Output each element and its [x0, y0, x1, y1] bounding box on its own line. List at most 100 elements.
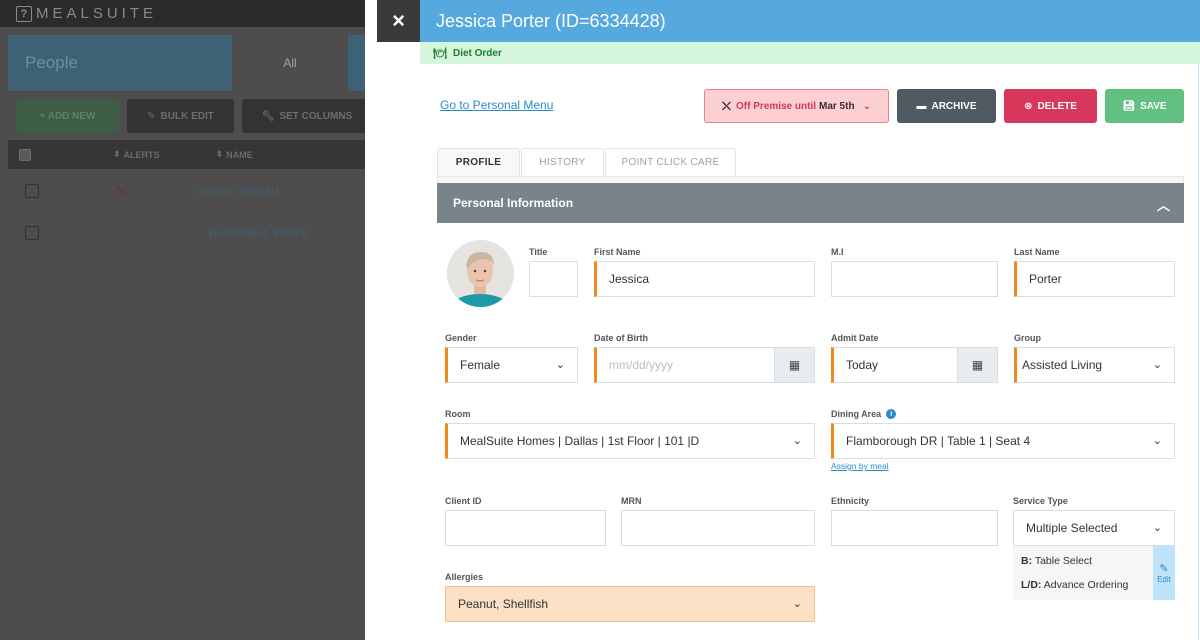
- set-columns-button: 🔧︎ SET COLUMNS: [242, 99, 365, 133]
- mi-label: M.I: [831, 247, 844, 257]
- gender-label: Gender: [445, 333, 477, 343]
- ethnicity-label: Ethnicity: [831, 496, 870, 506]
- header-alerts: ALERTS: [123, 149, 160, 160]
- tab-history[interactable]: HISTORY: [521, 148, 604, 176]
- app-logo: MEALSUITE: [36, 5, 158, 22]
- archive-button[interactable]: ▬ ARCHIVE: [897, 89, 996, 123]
- people-header: People All: [8, 35, 365, 91]
- save-button[interactable]: 💾︎ SAVE: [1105, 89, 1184, 123]
- service-type: Table Select: [1034, 555, 1093, 567]
- tab-point-click-care[interactable]: POINT CLICK CARE: [605, 148, 736, 176]
- service-meal: B:: [1021, 555, 1033, 567]
- service-type-details: B: Table Select L/D: Advance Ordering: [1013, 546, 1175, 600]
- row-name: Kumar, stewart: [198, 184, 279, 198]
- sort-icon: ⬍: [113, 149, 121, 159]
- off-premise-icon: ⛌: [722, 98, 731, 113]
- sort-icon: ⬍: [215, 149, 224, 159]
- mi-field: M.I: [831, 245, 998, 297]
- group-value: Assisted Living: [1022, 358, 1103, 372]
- admit-date-label: Admit Date: [831, 333, 879, 343]
- title-label: Title: [529, 247, 548, 257]
- allergies-select[interactable]: Peanut, Shellfish ⌄: [445, 586, 815, 622]
- calendar-icon[interactable]: ▦: [957, 348, 997, 382]
- set-columns-label: SET COLUMNS: [279, 110, 353, 122]
- edit-icon: ✎: [147, 110, 156, 122]
- close-button[interactable]: ×: [377, 0, 420, 42]
- ethnicity-field: Ethnicity: [831, 494, 998, 546]
- admit-date-value: Today: [846, 358, 879, 372]
- row-checkbox: [25, 226, 39, 240]
- off-premise-date: Mar 5th: [819, 100, 855, 112]
- people-toolbar: + ADD NEW ✎ BULK EDIT 🔧︎ SET COLUMNS: [16, 99, 365, 133]
- client-id-label: Client ID: [445, 496, 482, 506]
- assign-by-meal-link[interactable]: Assign by meal: [831, 461, 1175, 471]
- dob-field: Date of Birth mm/dd/yyyy ▦: [594, 331, 815, 383]
- delete-label: DELETE: [1037, 100, 1077, 112]
- panel-title-bar: Jessica Porter (ID=6334428): [420, 0, 1200, 42]
- person-detail-panel: × Jessica Porter (ID=6334428) 🍽︎ Diet Or…: [365, 0, 1200, 640]
- floppy-disk-icon: 💾︎: [1122, 100, 1136, 112]
- header-block: [348, 35, 365, 91]
- delete-button[interactable]: ⊗ DELETE: [1004, 89, 1097, 123]
- allergies-value: Peanut, Shellfish: [458, 597, 549, 611]
- first-name-input[interactable]: Jessica: [594, 261, 815, 297]
- section-title: Personal Information: [453, 196, 574, 210]
- admit-date-input[interactable]: Today ▦: [831, 347, 998, 383]
- first-name-label: First Name: [594, 247, 641, 257]
- personal-information-header[interactable]: Personal Information ︿: [437, 183, 1184, 223]
- service-type-select[interactable]: Multiple Selected ⌄: [1013, 510, 1175, 546]
- title-input[interactable]: [529, 261, 578, 297]
- off-premise-button[interactable]: ⛌ Off Premise until Mar 5th ⌄: [704, 89, 889, 123]
- mrn-input[interactable]: [621, 510, 815, 546]
- room-value: MealSuite Homes | Dallas | 1st Floor | 1…: [460, 434, 700, 448]
- group-select[interactable]: Assisted Living ⌄: [1014, 347, 1175, 383]
- service-type-label: Service Type: [1013, 496, 1068, 506]
- first-name-field: First Name Jessica: [594, 245, 815, 297]
- edit-icon: ✎: [1159, 563, 1169, 575]
- last-name-label: Last Name: [1014, 247, 1060, 257]
- dob-input[interactable]: mm/dd/yyyy ▦: [594, 347, 815, 383]
- service-detail-item: L/D: Advance Ordering: [1021, 579, 1175, 603]
- service-type-field: Service Type Multiple Selected ⌄: [1013, 494, 1175, 546]
- last-name-field: Last Name Porter: [1014, 245, 1175, 297]
- chevron-down-icon: ⌄: [1152, 359, 1162, 371]
- row-checkbox: [25, 184, 39, 198]
- avatar[interactable]: [447, 240, 514, 307]
- service-meal: L/D:: [1021, 579, 1042, 591]
- dining-area-field: Dining Area i Flamborough DR | Table 1 |…: [831, 407, 1175, 471]
- info-icon[interactable]: i: [886, 409, 897, 419]
- panel-scroll-edge: [1198, 0, 1199, 640]
- tab-profile[interactable]: PROFILE: [437, 148, 520, 176]
- save-label: SAVE: [1140, 100, 1167, 112]
- last-name-input[interactable]: Porter: [1014, 261, 1175, 297]
- chevron-down-icon: ⌄: [862, 100, 871, 112]
- calendar-icon[interactable]: ▦: [774, 348, 814, 382]
- personal-menu-link[interactable]: Go to Personal Menu: [440, 98, 553, 112]
- chevron-down-icon: ⌄: [792, 598, 802, 610]
- header-name: NAME: [226, 149, 253, 160]
- room-label: Room: [445, 409, 471, 419]
- chevron-down-icon: ⌄: [555, 359, 565, 371]
- chevron-up-icon[interactable]: ︿: [1157, 195, 1170, 214]
- off-premise-prefix: Off Premise until: [735, 100, 816, 112]
- bulk-edit-label: BULK EDIT: [160, 110, 214, 122]
- chevron-down-icon: ⌄: [792, 435, 802, 447]
- row-name: Bananahat, Prince: [209, 226, 308, 240]
- question-box-icon: ?: [16, 5, 32, 22]
- archive-label: ARCHIVE: [931, 100, 977, 112]
- ethnicity-input[interactable]: [831, 510, 998, 546]
- dining-area-value: Flamborough DR | Table 1 | Seat 4: [846, 434, 1031, 448]
- close-icon: ×: [392, 8, 405, 33]
- diet-order-bar[interactable]: 🍽︎ Diet Order: [420, 42, 1200, 64]
- table-row: ⛌ Kumar, stewart: [8, 170, 365, 212]
- client-id-input[interactable]: [445, 510, 606, 546]
- title-field: Title: [529, 245, 578, 297]
- service-type: Advance Ordering: [1043, 579, 1129, 591]
- service-type-edit-button[interactable]: ✎ Edit: [1153, 546, 1175, 600]
- mi-input[interactable]: [831, 261, 998, 297]
- allergies-field: Allergies Peanut, Shellfish ⌄: [445, 570, 815, 622]
- dining-area-select[interactable]: Flamborough DR | Table 1 | Seat 4 ⌄: [831, 423, 1175, 459]
- room-select[interactable]: MealSuite Homes | Dallas | 1st Floor | 1…: [445, 423, 815, 459]
- gender-select[interactable]: Female ⌄: [445, 347, 578, 383]
- times-circle-icon: ⊗: [1024, 100, 1033, 112]
